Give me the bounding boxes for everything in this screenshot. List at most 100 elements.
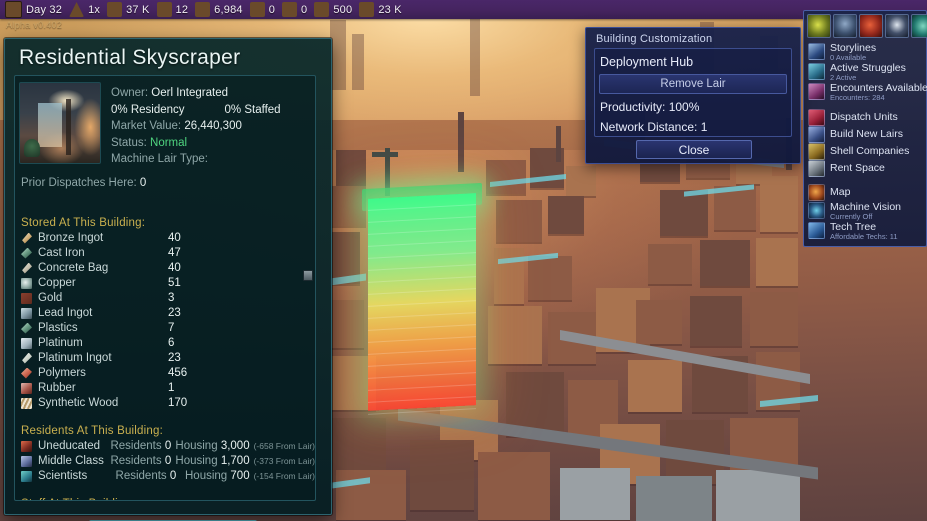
plastics-icon — [21, 323, 32, 334]
sidebar-item-sublabel: Encounters: 284 — [830, 94, 927, 102]
polymers-icon — [21, 368, 32, 379]
portrait-5[interactable] — [911, 14, 927, 38]
stored-item-row: Synthetic Wood170 — [15, 396, 315, 411]
prior-dispatches-label: Prior Dispatches Here: — [21, 177, 137, 189]
dispatch-units-icon — [808, 109, 825, 126]
stored-item-qty: 51 — [168, 277, 181, 289]
stored-item-name: Gold — [38, 292, 168, 304]
stored-item-qty: 1 — [168, 382, 174, 394]
resource-steel[interactable]: 0 — [245, 0, 275, 19]
resident-class-name: Uneducated — [38, 440, 110, 452]
organics-value: 0 — [301, 4, 307, 16]
portrait-4[interactable] — [885, 14, 909, 38]
sidebar-item-sublabel: 0 Available — [830, 54, 876, 62]
dialog-body: Deployment Hub Remove Lair Productivity:… — [594, 48, 792, 137]
bronze-icon — [21, 233, 32, 244]
organics-icon — [282, 2, 297, 17]
residents-count: 0 — [165, 440, 171, 452]
housing-label: Housing — [185, 470, 227, 482]
market-value-value: 26,440,300 — [184, 120, 242, 132]
sidebar-item-encounters-available[interactable]: Encounters AvailableEncounters: 284 — [804, 82, 926, 102]
sidebar-item-machine-vision[interactable]: Machine VisionCurrently Off — [804, 201, 926, 221]
resident-row: ScientistsResidents 0Housing 700(-154 Fr… — [15, 469, 315, 484]
stored-section-title: Stored At This Building: — [15, 211, 315, 231]
sidebar-item-active-struggles[interactable]: Active Struggles2 Active — [804, 62, 926, 82]
influence-icon — [314, 2, 329, 17]
prior-dispatches-row: Prior Dispatches Here: 0 — [15, 168, 315, 189]
prior-dispatches-value: 0 — [140, 177, 146, 189]
concrete-icon — [21, 263, 32, 274]
remove-lair-button[interactable]: Remove Lair — [599, 74, 787, 94]
market-value-row: Market Value: 26,440,300 — [111, 118, 281, 135]
sidebar-item-label: Rent Space — [830, 163, 885, 174]
sidebar-item-build-new-lairs[interactable]: Build New Lairs — [804, 126, 926, 143]
deployment-hub-label: Deployment Hub — [595, 49, 791, 69]
stored-item-row: Platinum Ingot23 — [15, 351, 315, 366]
stored-item-row: Lead Ingot23 — [15, 306, 315, 321]
day-counter-value: Day 32 — [26, 4, 62, 16]
housing-count: 1,700 — [221, 455, 250, 467]
stored-item-name: Copper — [38, 277, 168, 289]
staff-section-title: Staff At This Building: — [15, 492, 315, 502]
sidebar-item-shell-companies[interactable]: Shell Companies — [804, 143, 926, 160]
stored-item-row: Concrete Bag40 — [15, 261, 315, 276]
lead-icon — [21, 308, 32, 319]
market-value-label: Market Value: — [111, 120, 181, 132]
resource-power[interactable]: 12 — [152, 0, 189, 19]
sidebar-item-dispatch-units[interactable]: Dispatch Units — [804, 109, 926, 126]
residents-count: 0 — [165, 455, 171, 467]
sidebar-group-gap — [804, 177, 926, 184]
building-summary: Owner: Oerl Integrated 0% Residency 0% S… — [15, 76, 315, 168]
stored-item-row: Platinum6 — [15, 336, 315, 351]
stored-item-row: Cast Iron47 — [15, 246, 315, 261]
resource-materials[interactable]: 23 K — [354, 0, 401, 19]
building-thumbnail — [19, 82, 101, 164]
sidebar-item-storylines[interactable]: Storylines0 Available — [804, 42, 926, 62]
dialog-close-button[interactable]: Close — [636, 140, 752, 159]
money-value: 6,984 — [214, 4, 243, 16]
scrollbar-thumb[interactable] — [303, 270, 313, 281]
stored-item-name: Bronze Ingot — [38, 232, 168, 244]
version-label: Alpha v0.402 — [6, 20, 62, 30]
resource-day-counter[interactable]: Day 32 — [0, 0, 62, 19]
platingot-icon — [21, 353, 32, 364]
stored-item-name: Polymers — [38, 367, 168, 379]
resource-population[interactable]: 37 K — [102, 0, 149, 19]
panel-scrollbar[interactable] — [303, 82, 311, 494]
stored-item-name: Platinum Ingot — [38, 352, 168, 364]
housing-count: 700 — [230, 470, 249, 482]
stored-item-qty: 7 — [168, 322, 174, 334]
stored-item-qty: 40 — [168, 262, 181, 274]
resource-game-speed[interactable]: 1x — [64, 0, 100, 19]
residents-label: Residents — [110, 440, 161, 452]
encounters-available-icon — [808, 83, 825, 100]
resource-money[interactable]: 6,984 — [190, 0, 243, 19]
owner-label: Owner: — [111, 87, 148, 99]
owner-value: Oerl Integrated — [151, 87, 228, 99]
stored-item-row: Plastics7 — [15, 321, 315, 336]
stored-item-name: Synthetic Wood — [38, 397, 168, 409]
resource-influence[interactable]: 500 — [309, 0, 352, 19]
copper-icon — [21, 278, 32, 289]
housing-label: Housing — [175, 440, 217, 452]
right-sidebar: Storylines0 AvailableActive Struggles2 A… — [803, 10, 927, 247]
stored-item-qty: 170 — [168, 397, 187, 409]
sci-class-icon — [21, 471, 32, 482]
portrait-1[interactable] — [807, 14, 831, 38]
status-row: Status: Normal — [111, 135, 281, 152]
stored-item-qty: 23 — [168, 307, 181, 319]
resource-organics[interactable]: 0 — [277, 0, 307, 19]
stored-item-row: Copper51 — [15, 276, 315, 291]
sidebar-item-tech-tree[interactable]: Tech TreeAffordable Techs: 11 — [804, 221, 926, 241]
sidebar-item-label: Dispatch Units — [830, 112, 898, 123]
sidebar-item-map[interactable]: Map — [804, 184, 926, 201]
portrait-3[interactable] — [859, 14, 883, 38]
power-icon — [157, 2, 172, 17]
resident-class-name: Middle Class — [38, 455, 110, 467]
sidebar-item-rent-space[interactable]: Rent Space — [804, 160, 926, 177]
rent-space-icon — [808, 160, 825, 177]
power-value: 12 — [176, 4, 189, 16]
network-distance-value: Network Distance: 1 — [595, 114, 791, 134]
selected-building-highlight[interactable] — [368, 193, 476, 411]
portrait-2[interactable] — [833, 14, 857, 38]
